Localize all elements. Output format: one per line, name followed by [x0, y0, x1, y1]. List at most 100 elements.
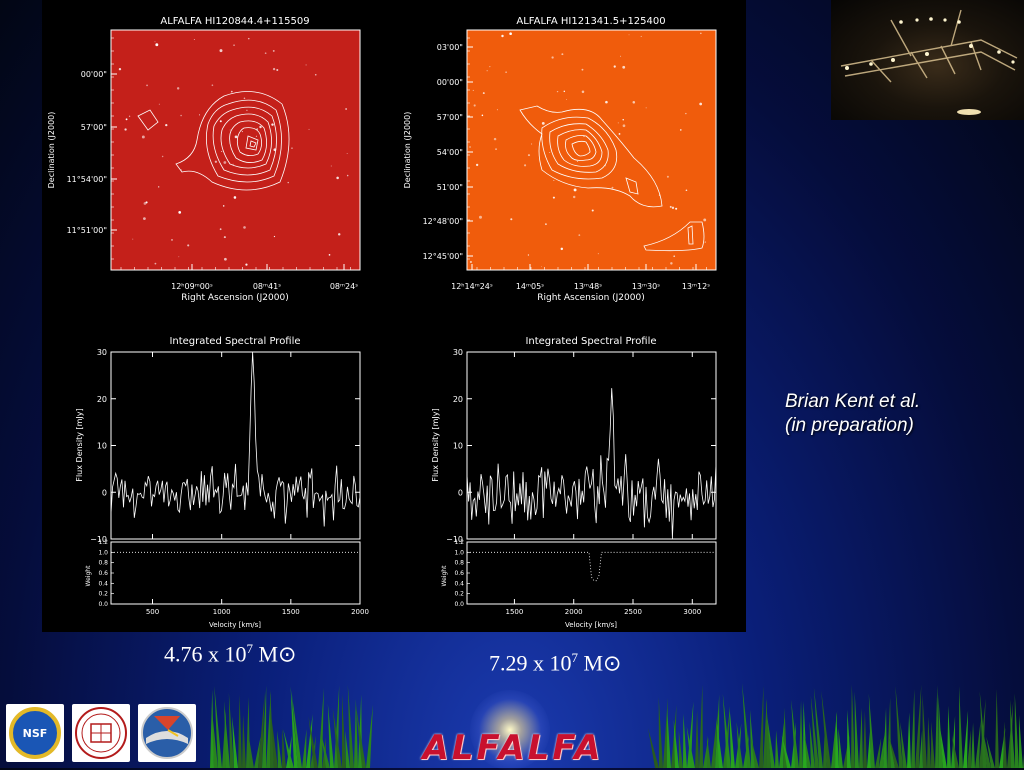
- star-point: [308, 128, 310, 130]
- star-point: [214, 160, 218, 163]
- x-tick-label: 3000: [683, 608, 701, 616]
- grass-blade: [683, 713, 687, 768]
- x-tick-label: 1500: [506, 608, 524, 616]
- star-point: [645, 107, 647, 109]
- star-point: [699, 102, 703, 106]
- star-point: [628, 34, 630, 36]
- grass-blade: [290, 686, 298, 768]
- grass-blade: [242, 714, 246, 768]
- right-mass-value: 7.29 x 10: [489, 650, 572, 676]
- right-mass-unit: M⊙: [583, 650, 622, 676]
- y-tick-label: 57'00": [437, 113, 463, 122]
- left-mass-value: 4.76 x 10: [164, 641, 247, 667]
- star-point: [233, 196, 237, 199]
- star-point: [541, 266, 542, 268]
- star-point: [685, 189, 688, 192]
- spectrum-frame: [110, 351, 361, 540]
- grass-blade: [318, 687, 324, 768]
- star-point: [154, 262, 157, 265]
- star-point: [670, 262, 673, 265]
- star-point: [561, 53, 564, 56]
- star-point: [685, 112, 687, 115]
- star-point: [473, 104, 476, 107]
- star-point: [291, 147, 293, 149]
- star-point: [233, 44, 235, 46]
- y-tick-label: 00'00": [437, 78, 463, 87]
- star-point: [255, 135, 257, 137]
- star-point: [563, 90, 566, 93]
- weight-tick-label: 1.2: [454, 539, 464, 546]
- grass-blade: [959, 686, 963, 768]
- star-point: [178, 256, 180, 258]
- star-point: [154, 41, 156, 43]
- y-tick-label: 11°51'00": [67, 226, 107, 235]
- grass-blade: [863, 710, 867, 768]
- star-point: [703, 218, 707, 222]
- star-point: [232, 163, 234, 165]
- star-point: [221, 151, 223, 152]
- weight-tick-label: 0.2: [98, 591, 108, 598]
- left-image-xlabel: Right Ascension (J2000): [181, 293, 288, 303]
- grass-blade: [342, 693, 346, 768]
- star-point: [124, 128, 127, 131]
- star-point: [336, 176, 339, 180]
- star-point: [264, 52, 267, 55]
- star-point: [482, 92, 485, 95]
- star-point: [246, 109, 248, 111]
- weight-tick-label: 0.6: [98, 570, 108, 577]
- star-point: [613, 65, 616, 68]
- star-point: [219, 120, 222, 123]
- star-point: [620, 55, 622, 57]
- star-point: [141, 135, 145, 139]
- grass-blade: [847, 709, 851, 768]
- grass-blade: [238, 694, 242, 768]
- weight-series-line: [467, 551, 716, 582]
- grass-blade: [699, 684, 703, 768]
- star-point: [617, 122, 619, 124]
- star-point: [346, 152, 348, 154]
- star-point: [566, 99, 568, 100]
- grass-blade: [302, 729, 307, 768]
- nsf-logo-text: NSF: [23, 727, 48, 740]
- star-point: [193, 38, 195, 40]
- star-point: [551, 56, 554, 59]
- grass-blade: [282, 728, 286, 768]
- left-mass-exponent: 7: [246, 641, 254, 656]
- star-point: [572, 195, 576, 199]
- star-point: [273, 235, 276, 238]
- star-point: [276, 68, 279, 71]
- right-spectrum-title: Integrated Spectral Profile: [525, 336, 656, 347]
- star-point: [577, 161, 579, 162]
- left-image-panel: ALFALFA HI120844.4+115509 12ʰ09ᵐ00ˢ 08ᵐ41…: [47, 16, 361, 303]
- weight-frame: [110, 541, 361, 605]
- x-tick-label: 12ʰ14ᵐ24ˢ: [451, 282, 493, 291]
- right-spectrum-chart: Integrated Spectral Profile Velocity [km…: [431, 336, 717, 629]
- star-point: [531, 143, 533, 145]
- star-point: [581, 90, 585, 94]
- right-spectrum-xlabel: Velocity [km/s]: [565, 621, 617, 629]
- weight-tick-label: 0.0: [98, 601, 108, 608]
- star-point: [527, 254, 530, 256]
- star-point: [501, 34, 504, 38]
- star-point: [198, 114, 200, 116]
- star-point: [176, 87, 180, 90]
- weight-tick-label: 0.4: [98, 580, 108, 587]
- star-point: [223, 236, 226, 239]
- star-point: [632, 100, 636, 104]
- y-tick-label: 10: [97, 442, 107, 451]
- x-tick-label: 2000: [351, 608, 369, 616]
- star-point: [597, 253, 599, 255]
- weight-tick-label: 0.0: [454, 601, 464, 608]
- left-image-field: [111, 30, 360, 270]
- arecibo-telescope-photo: [831, 0, 1024, 120]
- x-tick-label: 13ᵐ48ˢ: [574, 282, 602, 291]
- grass-blade: [799, 700, 803, 768]
- grass-blade: [695, 710, 699, 768]
- y-tick-label: 30: [97, 348, 107, 357]
- star-point: [305, 64, 307, 66]
- star-point: [704, 241, 706, 243]
- grass-blade: [722, 693, 731, 768]
- star-point: [489, 66, 491, 68]
- weight-tick-label: 1.0: [98, 549, 108, 556]
- star-point: [622, 118, 624, 121]
